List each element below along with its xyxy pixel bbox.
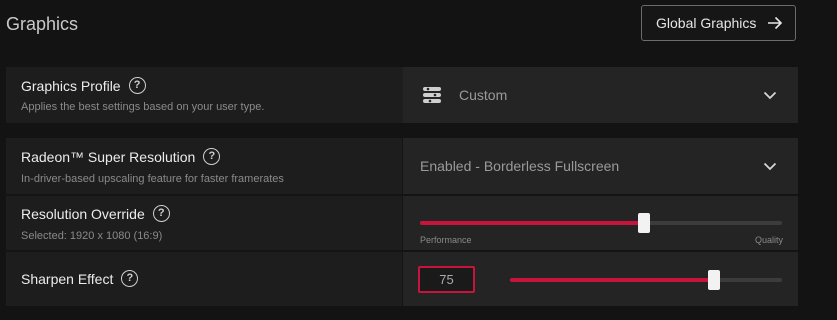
help-circle-icon[interactable]: ? [152, 205, 170, 222]
super-resolution-dropdown[interactable]: Enabled - Borderless Fullscreen [403, 138, 798, 194]
graphics-profile-selected: Custom [459, 87, 508, 103]
resolution-override-control: Performance Quality [403, 196, 798, 250]
help-circle-icon[interactable]: ? [203, 148, 221, 165]
super-resolution-title: Radeon™ Super Resolution [21, 148, 196, 165]
resolution-override-title-wrap: Resolution Override ? [21, 205, 170, 222]
sharpen-effect-row: Sharpen Effect ? 75 [6, 252, 798, 306]
slider-min-label: Performance [420, 235, 472, 245]
super-resolution-description: In-driver-based upscaling feature for fa… [21, 173, 284, 185]
resolution-override-row: Resolution Override ? Selected: 1920 x 1… [6, 196, 798, 250]
page-title: Graphics [6, 14, 79, 34]
sharpen-effect-slider-fill [510, 278, 714, 282]
help-circle-icon[interactable]: ? [121, 270, 139, 287]
graphics-profile-row: Graphics Profile ? Applies the best sett… [6, 67, 798, 123]
super-resolution-title-wrap: Radeon™ Super Resolution ? [21, 148, 221, 165]
resolution-override-slider-thumb[interactable] [638, 213, 651, 233]
global-graphics-label: Global Graphics [656, 15, 757, 31]
super-resolution-info: Radeon™ Super Resolution ? In-driver-bas… [6, 138, 402, 194]
graphics-profile-title-wrap: Graphics Profile ? [21, 77, 146, 94]
graphics-profile-info: Graphics Profile ? Applies the best sett… [6, 67, 402, 123]
resolution-override-info: Resolution Override ? Selected: 1920 x 1… [6, 196, 402, 250]
sharpen-effect-info: Sharpen Effect ? [6, 252, 402, 306]
global-graphics-button[interactable]: Global Graphics [641, 5, 796, 41]
sharpen-effect-title: Sharpen Effect [21, 270, 114, 287]
arrow-right-icon [768, 16, 783, 30]
sharpen-effect-slider[interactable] [510, 270, 782, 290]
sharpen-effect-value-input[interactable]: 75 [418, 266, 475, 293]
graphics-profile-description: Applies the best settings based on your … [21, 101, 265, 113]
help-circle-icon[interactable]: ? [128, 77, 146, 94]
settings-stack-icon [423, 87, 441, 103]
resolution-override-slider[interactable] [420, 213, 782, 233]
sharpen-effect-title-wrap: Sharpen Effect ? [21, 270, 139, 287]
chevron-down-icon [763, 162, 777, 171]
graphics-profile-title: Graphics Profile [21, 77, 121, 94]
graphics-profile-panel: Graphics Profile ? Applies the best sett… [6, 67, 798, 123]
resolution-override-slider-fill [420, 221, 645, 225]
resolution-override-description: Selected: 1920 x 1080 (16:9) [21, 230, 163, 242]
sharpen-effect-control: 75 [403, 252, 798, 306]
resolution-override-title: Resolution Override [21, 205, 145, 222]
slider-max-label: Quality [754, 235, 783, 245]
super-resolution-selected: Enabled - Borderless Fullscreen [420, 158, 620, 174]
sharpen-effect-slider-thumb[interactable] [708, 270, 720, 290]
chevron-down-icon [763, 91, 777, 100]
graphics-profile-dropdown[interactable]: Custom [403, 67, 798, 123]
super-resolution-row: Radeon™ Super Resolution ? In-driver-bas… [6, 138, 798, 194]
upscaling-panel: Radeon™ Super Resolution ? In-driver-bas… [6, 138, 798, 306]
